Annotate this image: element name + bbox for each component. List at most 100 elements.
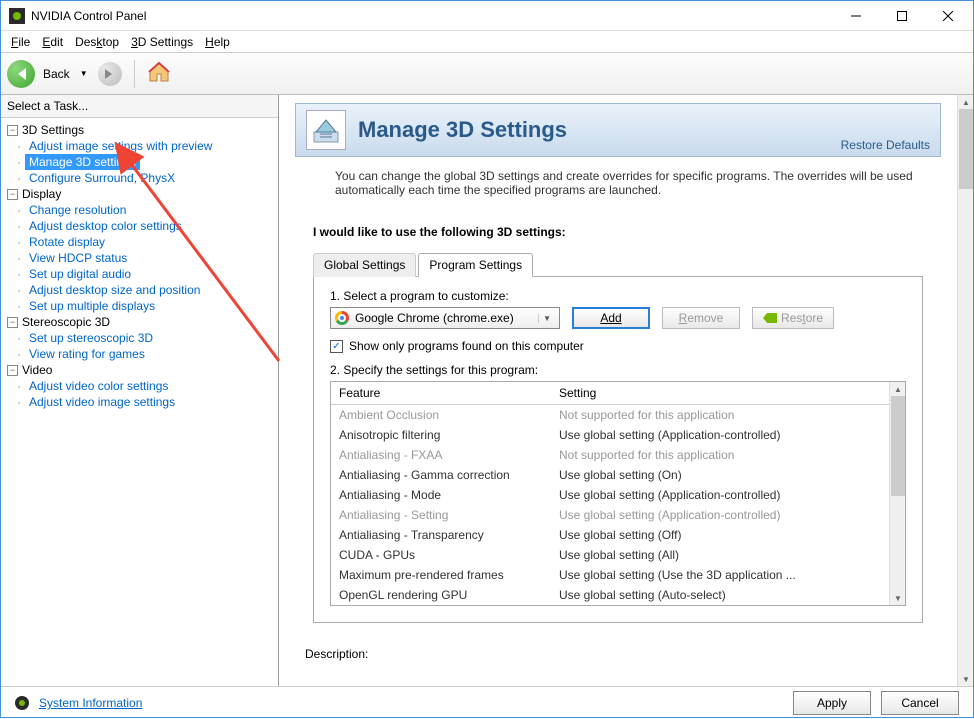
- setting-cell: Use global setting (Auto-select): [559, 588, 881, 602]
- sidebar-header: Select a Task...: [1, 95, 278, 118]
- page-header-icon: [306, 110, 346, 150]
- scroll-up-icon[interactable]: ▲: [958, 95, 973, 109]
- tree-item-configure-surround[interactable]: Configure Surround, PhysX: [25, 170, 276, 186]
- scrollbar-thumb[interactable]: [891, 396, 905, 496]
- collapse-icon[interactable]: −: [7, 125, 18, 136]
- tree-group-display[interactable]: −Display: [3, 186, 276, 202]
- tree-item-adjust-image-settings[interactable]: Adjust image settings with preview: [25, 138, 276, 154]
- tab-program-settings[interactable]: Program Settings: [418, 253, 533, 277]
- maximize-button[interactable]: [879, 1, 925, 31]
- tree-group-stereoscopic[interactable]: −Stereoscopic 3D: [3, 314, 276, 330]
- step1-label: 1. Select a program to customize:: [330, 289, 906, 303]
- back-button[interactable]: [7, 60, 35, 88]
- footer: System Information Apply Cancel: [1, 686, 973, 719]
- show-only-checkbox[interactable]: ✓: [330, 340, 343, 353]
- home-icon[interactable]: [147, 60, 171, 87]
- tree-item-video-color[interactable]: Adjust video color settings: [25, 378, 276, 394]
- forward-button[interactable]: [98, 62, 122, 86]
- table-row[interactable]: Antialiasing - TransparencyUse global se…: [331, 525, 889, 545]
- setting-cell: Use global setting (Application-controll…: [559, 428, 881, 442]
- toolbar-separator: [134, 60, 135, 88]
- menu-help[interactable]: Help: [199, 33, 236, 51]
- program-select-value: Google Chrome (chrome.exe): [355, 311, 538, 325]
- tree-item-rotate-display[interactable]: Rotate display: [25, 234, 276, 250]
- show-only-label: Show only programs found on this compute…: [349, 339, 584, 353]
- step2-label: 2. Specify the settings for this program…: [330, 363, 906, 377]
- tree-item-setup-stereoscopic[interactable]: Set up stereoscopic 3D: [25, 330, 276, 346]
- sysinfo-icon: [15, 696, 29, 710]
- col-header-setting[interactable]: Setting: [551, 382, 905, 404]
- content-area: Manage 3D Settings Restore Defaults You …: [279, 95, 973, 686]
- scroll-down-icon[interactable]: ▼: [958, 672, 973, 686]
- setting-cell: Not supported for this application: [559, 408, 881, 422]
- setting-cell: Use global setting (Application-controll…: [559, 488, 881, 502]
- scroll-down-icon[interactable]: ▼: [890, 591, 906, 605]
- remove-button[interactable]: Remove: [662, 307, 740, 329]
- tree-item-manage-3d-settings[interactable]: Manage 3D settings: [25, 154, 140, 170]
- menu-3d-settings[interactable]: 3D Settings: [125, 33, 199, 51]
- menu-file[interactable]: File: [5, 33, 36, 51]
- close-button[interactable]: [925, 1, 971, 31]
- table-row[interactable]: Antialiasing - SettingUse global setting…: [331, 505, 889, 525]
- setting-cell: Use global setting (Use the 3D applicati…: [559, 568, 881, 582]
- apply-button[interactable]: Apply: [793, 691, 871, 715]
- tree-item-view-rating-games[interactable]: View rating for games: [25, 346, 276, 362]
- table-scrollbar[interactable]: ▲ ▼: [889, 382, 905, 605]
- sidebar: Select a Task... −3D Settings Adjust ima…: [1, 95, 279, 686]
- tree-item-adjust-desktop-color[interactable]: Adjust desktop color settings: [25, 218, 276, 234]
- nvidia-app-icon: [9, 8, 25, 24]
- chevron-down-icon: ▼: [538, 314, 555, 323]
- tree-item-multiple-displays[interactable]: Set up multiple displays: [25, 298, 276, 314]
- tree-group-video[interactable]: −Video: [3, 362, 276, 378]
- tree-item-change-resolution[interactable]: Change resolution: [25, 202, 276, 218]
- back-label: Back: [43, 67, 70, 81]
- table-row[interactable]: Anisotropic filteringUse global setting …: [331, 425, 889, 445]
- table-row[interactable]: Maximum pre-rendered framesUse global se…: [331, 565, 889, 585]
- nvidia-logo-icon: [763, 313, 777, 323]
- toolbar: Back ▼: [1, 53, 973, 95]
- setting-cell: Not supported for this application: [559, 448, 881, 462]
- titlebar: NVIDIA Control Panel: [1, 1, 973, 31]
- settings-prompt: I would like to use the following 3D set…: [313, 217, 923, 247]
- feature-cell: CUDA - GPUs: [339, 548, 559, 562]
- menu-edit[interactable]: Edit: [36, 33, 69, 51]
- feature-cell: Ambient Occlusion: [339, 408, 559, 422]
- tree-item-desktop-size-position[interactable]: Adjust desktop size and position: [25, 282, 276, 298]
- table-row[interactable]: Antialiasing - FXAANot supported for thi…: [331, 445, 889, 465]
- feature-cell: Maximum pre-rendered frames: [339, 568, 559, 582]
- add-button[interactable]: Add: [572, 307, 650, 329]
- collapse-icon[interactable]: −: [7, 365, 18, 376]
- cancel-button[interactable]: Cancel: [881, 691, 959, 715]
- collapse-icon[interactable]: −: [7, 317, 18, 328]
- window-title: NVIDIA Control Panel: [31, 9, 833, 23]
- page-description: You can change the global 3D settings an…: [295, 157, 941, 209]
- table-row[interactable]: OpenGL rendering GPUUse global setting (…: [331, 585, 889, 605]
- table-row[interactable]: CUDA - GPUsUse global setting (All): [331, 545, 889, 565]
- tree-item-view-hdcp[interactable]: View HDCP status: [25, 250, 276, 266]
- tab-body: 1. Select a program to customize: Google…: [313, 277, 923, 623]
- restore-defaults-link[interactable]: Restore Defaults: [841, 138, 930, 152]
- tab-global-settings[interactable]: Global Settings: [313, 253, 416, 277]
- tree-item-video-image[interactable]: Adjust video image settings: [25, 394, 276, 410]
- content-scrollbar[interactable]: ▲ ▼: [957, 95, 973, 686]
- scroll-up-icon[interactable]: ▲: [890, 382, 906, 396]
- table-row[interactable]: Antialiasing - Gamma correctionUse globa…: [331, 465, 889, 485]
- feature-cell: Anisotropic filtering: [339, 428, 559, 442]
- minimize-button[interactable]: [833, 1, 879, 31]
- tree-group-3d-settings[interactable]: −3D Settings: [3, 122, 276, 138]
- settings-table: Feature Setting Ambient OcclusionNot sup…: [330, 381, 906, 606]
- table-row[interactable]: Ambient OcclusionNot supported for this …: [331, 405, 889, 425]
- restore-button[interactable]: Restore: [752, 307, 834, 329]
- program-select[interactable]: Google Chrome (chrome.exe) ▼: [330, 307, 560, 329]
- feature-cell: OpenGL rendering GPU: [339, 588, 559, 602]
- table-row[interactable]: Antialiasing - ModeUse global setting (A…: [331, 485, 889, 505]
- page-header: Manage 3D Settings Restore Defaults: [295, 103, 941, 157]
- settings-tabs: Global Settings Program Settings: [313, 253, 923, 277]
- back-dropdown-arrow[interactable]: ▼: [80, 69, 88, 78]
- col-header-feature[interactable]: Feature: [331, 382, 551, 404]
- menu-desktop[interactable]: Desktop: [69, 33, 125, 51]
- scrollbar-thumb[interactable]: [959, 109, 973, 189]
- collapse-icon[interactable]: −: [7, 189, 18, 200]
- tree-item-digital-audio[interactable]: Set up digital audio: [25, 266, 276, 282]
- system-information-link[interactable]: System Information: [39, 696, 142, 710]
